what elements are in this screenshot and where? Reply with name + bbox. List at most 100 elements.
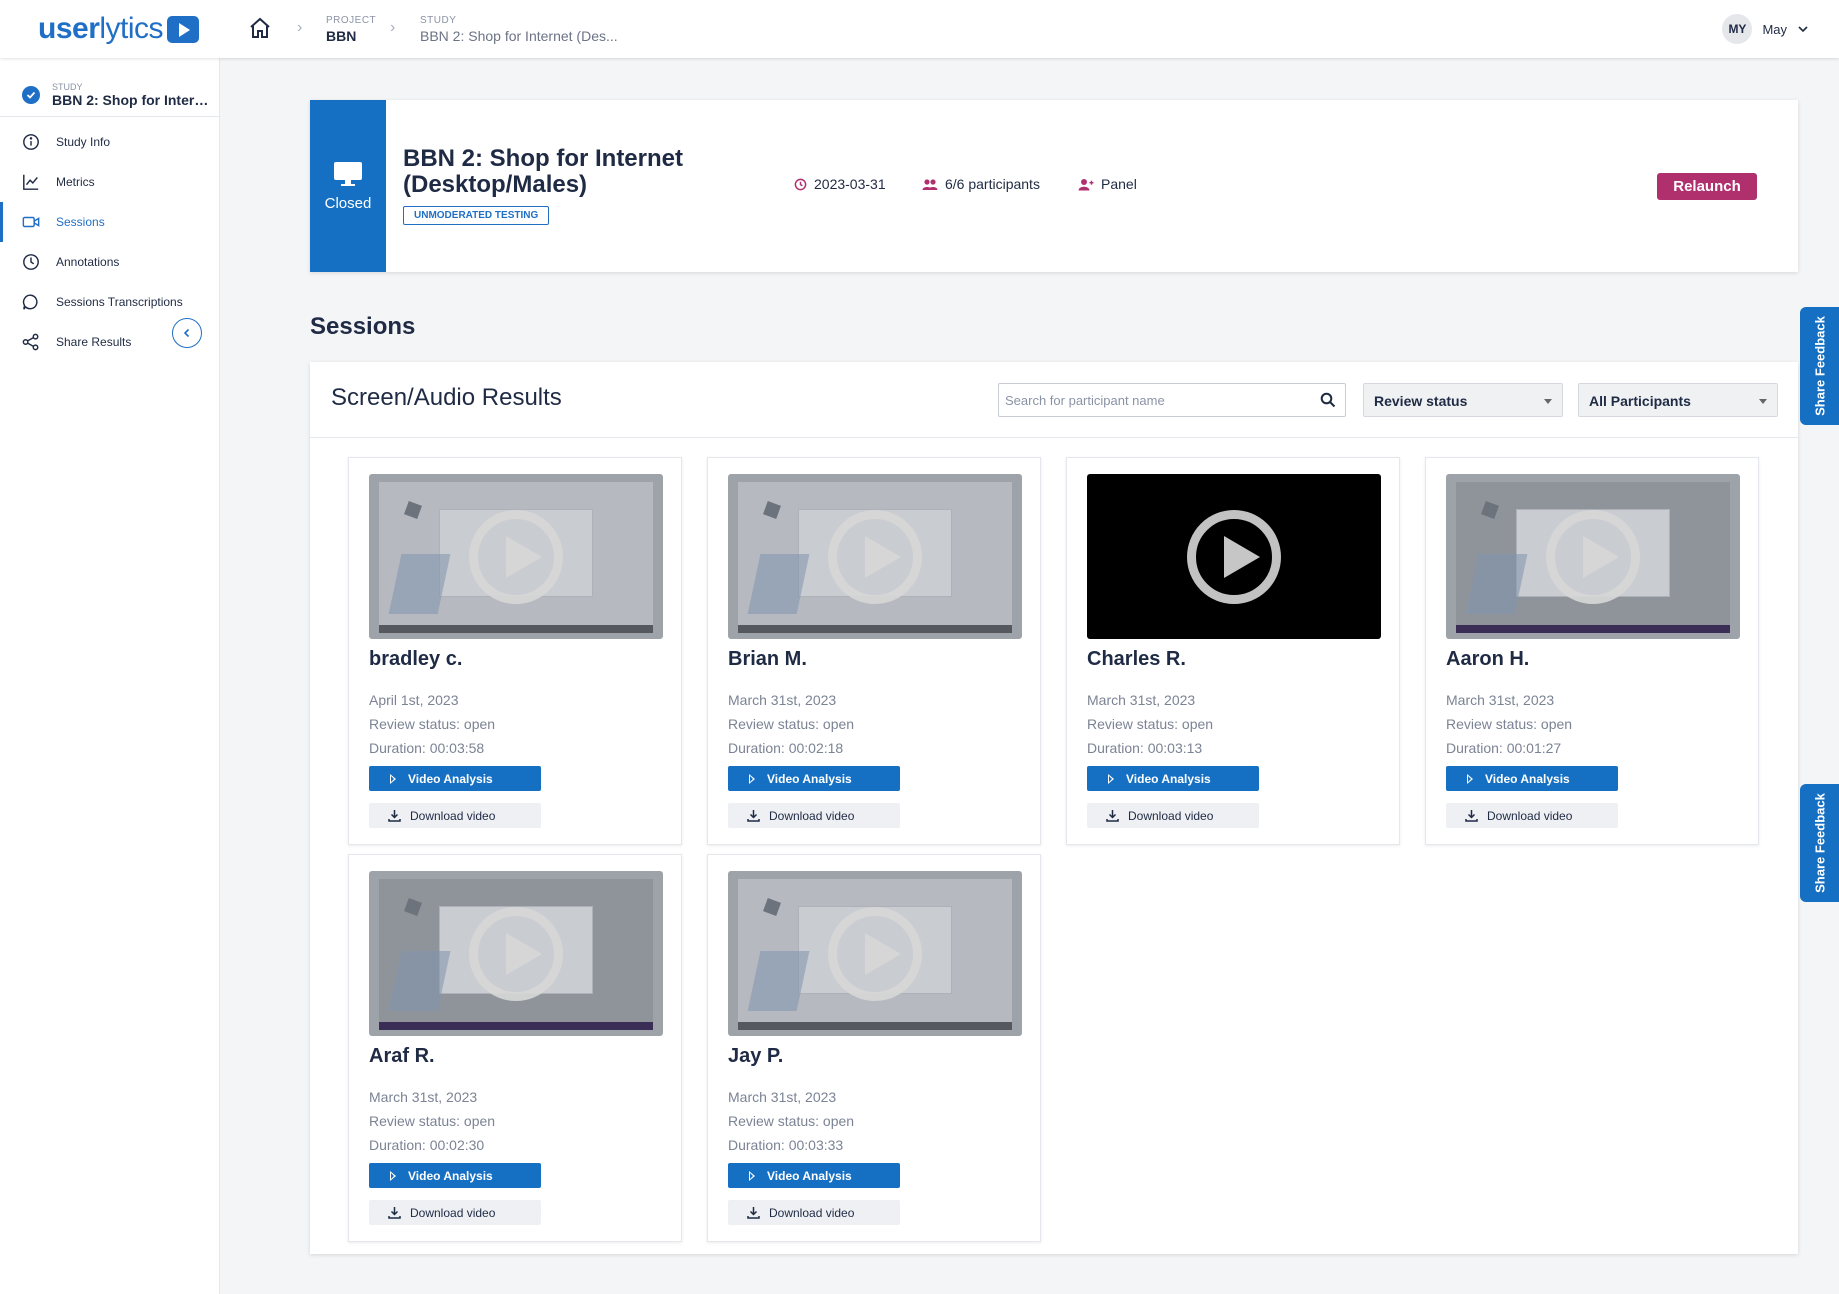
play-icon[interactable] — [1187, 509, 1281, 604]
play-icon[interactable] — [469, 906, 563, 1001]
sidebar-item-annotations[interactable]: Annotations — [0, 242, 219, 282]
download-icon — [747, 810, 760, 822]
sidebar: STUDY BBN 2: Shop for Interne... Study I… — [0, 58, 220, 1294]
study-type-tag: UNMODERATED TESTING — [403, 206, 550, 225]
results-header: Screen/Audio Results Search for particip… — [310, 362, 1798, 438]
session-card: Araf R. March 31st, 2023 Review status: op… — [348, 854, 682, 1242]
play-outline-icon — [390, 773, 396, 784]
participant-name: Jay P. — [728, 1045, 784, 1067]
session-duration: Duration: 00:02:30 — [369, 1137, 485, 1153]
search-input[interactable]: Search for participant name — [998, 383, 1346, 417]
sidebar-item-sessions-transcriptions[interactable]: Sessions Transcriptions — [0, 282, 219, 322]
study-participants: 6/6 participants — [922, 176, 1040, 192]
relaunch-button[interactable]: Relaunch — [1657, 173, 1757, 200]
monitor-icon — [334, 161, 362, 186]
sidebar-item-sessions[interactable]: Sessions — [0, 202, 219, 242]
search-icon[interactable] — [1320, 392, 1336, 408]
review-status-select[interactable]: Review status — [1363, 383, 1563, 417]
session-date: April 1st, 2023 — [369, 692, 459, 708]
session-card: Brian M. March 31st, 2023 Review status: o… — [707, 457, 1041, 845]
sidebar-item-study-info[interactable]: Study Info — [0, 122, 219, 162]
session-date: March 31st, 2023 — [728, 692, 837, 708]
download-video-button[interactable]: Download video — [369, 1200, 541, 1225]
clock-icon — [23, 254, 39, 270]
search-placeholder: Search for participant name — [1005, 393, 1165, 408]
play-outline-icon — [1467, 773, 1473, 784]
session-card: Charles R. March 31st, 2023 Review status:… — [1066, 457, 1400, 845]
info-icon — [23, 134, 39, 150]
play-outline-icon — [749, 1170, 755, 1181]
user-menu[interactable]: MY May — [1722, 14, 1809, 44]
session-card: Aaron H. March 31st, 2023 Review status: o… — [1425, 457, 1759, 845]
users-icon — [922, 178, 938, 190]
breadcrumb-project[interactable]: PROJECT BBN — [326, 15, 376, 44]
collapse-sidebar-button[interactable] — [172, 318, 202, 348]
play-outline-icon — [1108, 773, 1114, 784]
chevron-left-icon — [183, 328, 190, 338]
sidebar-study[interactable]: STUDY BBN 2: Shop for Interne... — [22, 82, 212, 108]
chevron-down-icon — [1798, 26, 1808, 33]
download-icon — [388, 810, 401, 822]
participants-select[interactable]: All Participants — [1578, 383, 1778, 417]
participant-name: Brian M. — [728, 648, 807, 670]
session-date: March 31st, 2023 — [369, 1089, 478, 1105]
play-icon[interactable] — [828, 906, 922, 1001]
session-duration: Duration: 00:03:33 — [728, 1137, 844, 1153]
video-analysis-button[interactable]: Video Analysis — [369, 1163, 541, 1188]
chat-icon — [22, 294, 38, 310]
share-feedback-tab[interactable]: Share Feedback — [1800, 307, 1839, 425]
video-thumbnail[interactable] — [369, 474, 663, 639]
review-status: Review status: open — [728, 1113, 855, 1129]
play-icon[interactable] — [469, 509, 563, 604]
video-analysis-button[interactable]: Video Analysis — [728, 766, 900, 791]
user-name: May — [1762, 21, 1787, 37]
participant-name: Aaron H. — [1446, 648, 1530, 670]
video-thumbnail[interactable] — [728, 871, 1022, 1036]
participant-name: Araf R. — [369, 1045, 435, 1067]
video-analysis-button[interactable]: Video Analysis — [1446, 766, 1618, 791]
breadcrumb-study[interactable]: STUDY BBN 2: Shop for Internet (Des... — [420, 15, 618, 44]
video-analysis-button[interactable]: Video Analysis — [1087, 766, 1259, 791]
share-icon — [22, 333, 39, 351]
participant-name: bradley c. — [369, 648, 463, 670]
session-card: bradley c. April 1st, 2023 Review status: … — [348, 457, 682, 845]
study-header-card: Closed BBN 2: Shop for Internet (Desktop… — [310, 100, 1798, 272]
top-bar: user lytics › PROJECT BBN › STUDY BBN 2: … — [0, 0, 1839, 58]
download-icon — [388, 1207, 401, 1219]
download-video-button[interactable]: Download video — [728, 1200, 900, 1225]
download-video-button[interactable]: Download video — [1446, 803, 1618, 828]
results-title: Screen/Audio Results — [331, 384, 562, 411]
video-thumbnail[interactable] — [728, 474, 1022, 639]
review-status: Review status: open — [1087, 716, 1214, 732]
download-video-button[interactable]: Download video — [369, 803, 541, 828]
page-title: Sessions — [310, 313, 416, 340]
sidebar-item-metrics[interactable]: Metrics — [0, 162, 219, 202]
study-date: 2023-03-31 — [794, 176, 886, 192]
download-video-button[interactable]: Download video — [1087, 803, 1259, 828]
session-date: March 31st, 2023 — [1087, 692, 1196, 708]
video-thumbnail[interactable] — [369, 871, 663, 1036]
home-icon[interactable] — [248, 16, 272, 40]
clock-icon — [794, 178, 807, 190]
review-status: Review status: open — [728, 716, 855, 732]
play-icon[interactable] — [1546, 509, 1640, 604]
video-thumbnail[interactable] — [1087, 474, 1381, 639]
video-thumbnail[interactable] — [1446, 474, 1740, 639]
video-analysis-button[interactable]: Video Analysis — [369, 766, 541, 791]
userlytics-logo[interactable]: user lytics — [38, 12, 200, 46]
video-icon — [22, 216, 40, 228]
study-panel: Panel — [1078, 176, 1137, 192]
study-title: BBN 2: Shop for Internet (Desktop/Males) — [403, 145, 683, 198]
results-panel: Screen/Audio Results Search for particip… — [310, 362, 1798, 1254]
study-status: Closed — [324, 194, 372, 212]
share-feedback-tab[interactable]: Share Feedback — [1800, 784, 1839, 902]
chevron-right-icon: › — [390, 19, 396, 36]
download-icon — [1465, 810, 1478, 822]
divider — [0, 116, 219, 117]
user-plus-icon — [1078, 178, 1094, 190]
session-duration: Duration: 00:01:27 — [1446, 740, 1562, 756]
download-video-button[interactable]: Download video — [728, 803, 900, 828]
play-icon[interactable] — [828, 509, 922, 604]
participant-name: Charles R. — [1087, 648, 1186, 670]
video-analysis-button[interactable]: Video Analysis — [728, 1163, 900, 1188]
